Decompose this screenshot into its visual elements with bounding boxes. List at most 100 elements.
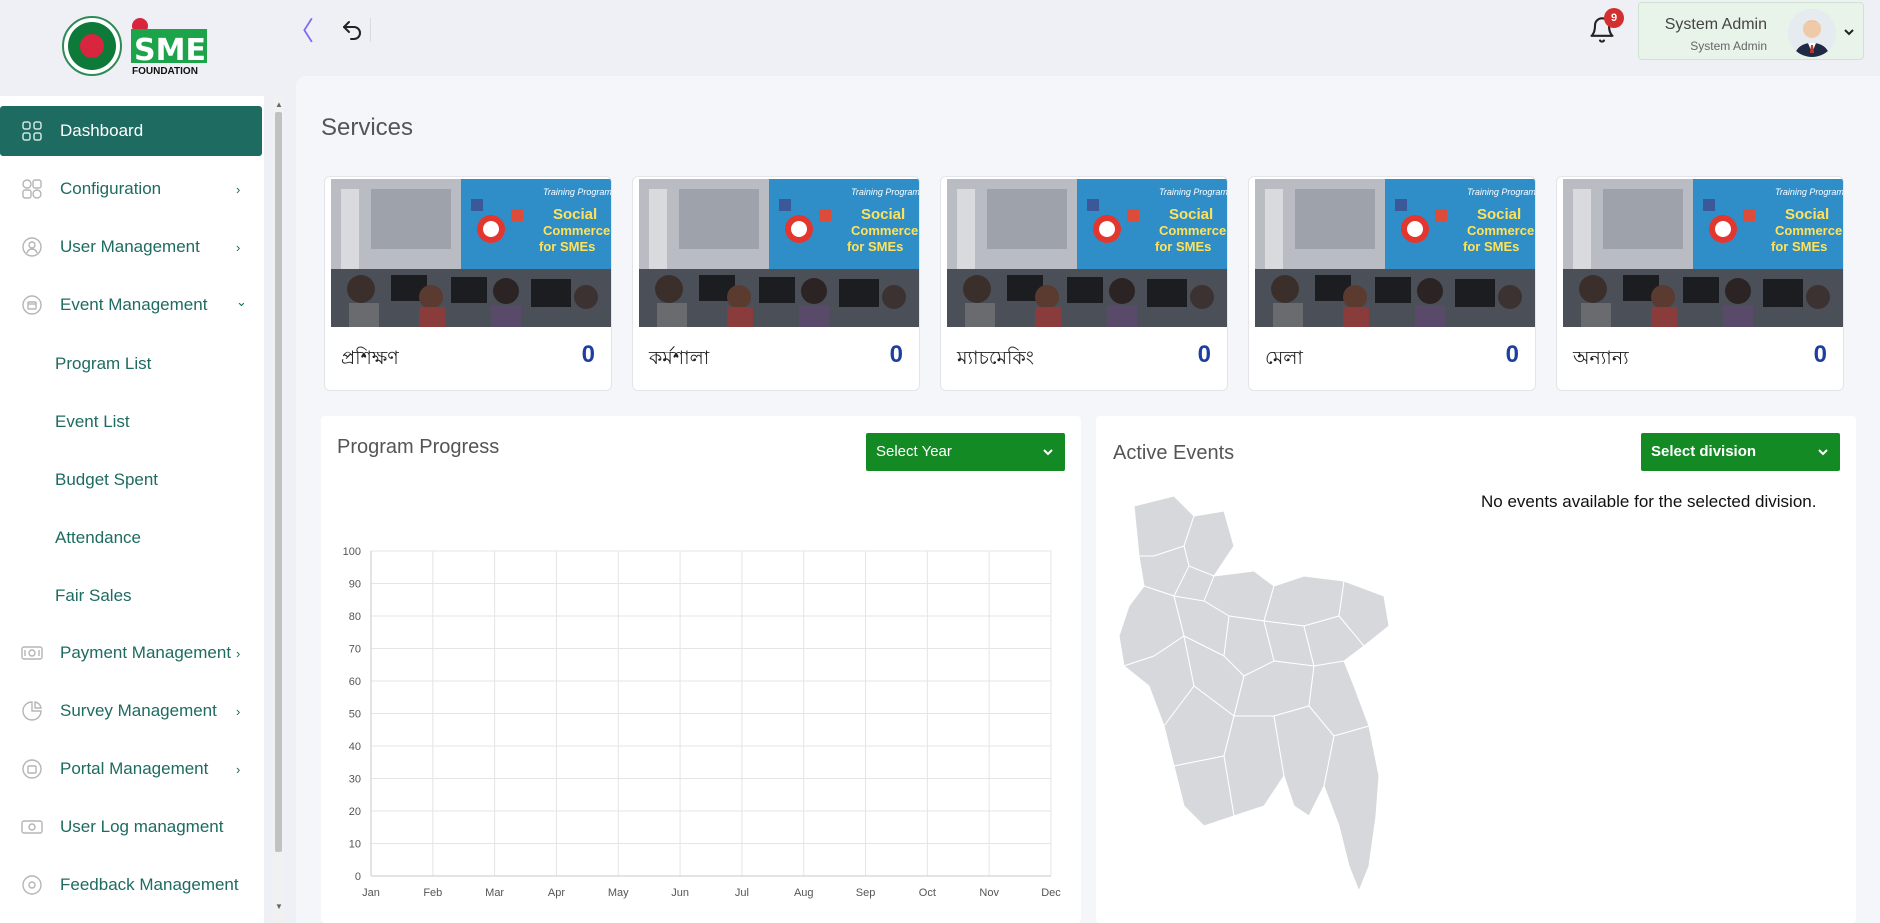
sidebar-item-label: Event Management — [60, 295, 208, 314]
sidebar-subitem-event-list[interactable]: Event List — [55, 412, 130, 432]
service-image: Training Program on Social Commerce for … — [1563, 179, 1844, 327]
svg-text:Social: Social — [1169, 206, 1213, 223]
sidebar-item-label: Payment Management — [60, 643, 232, 662]
config-icon — [22, 179, 42, 199]
feedback-icon — [22, 875, 42, 895]
y-tick-label: 40 — [349, 741, 361, 753]
service-name: কর্মশালা — [649, 347, 710, 369]
payment-icon — [21, 646, 43, 660]
sidebar-item-configuration[interactable]: Configuration › — [0, 164, 262, 214]
service-card[interactable]: Training Program on Social Commerce for … — [1556, 176, 1844, 391]
service-count: 0 — [581, 341, 595, 368]
chevron-down-icon — [1818, 449, 1828, 456]
x-tick-label: Apr — [548, 887, 565, 899]
user-circle-icon — [22, 237, 42, 257]
x-tick-label: May — [608, 887, 629, 899]
y-tick-label: 60 — [349, 676, 361, 688]
sidebar-item-label: Dashboard — [60, 121, 144, 140]
sidebar-item-feedback-management[interactable]: Feedback Management — [0, 860, 262, 910]
chevron-right-icon: › — [236, 762, 241, 777]
service-card[interactable]: Training Program on Social Commerce for … — [940, 176, 1228, 391]
active-events-title: Active Events — [1113, 442, 1235, 464]
svg-text:Commerce: Commerce — [851, 223, 918, 238]
sidebar-item-label: Feedback Management — [60, 875, 239, 894]
log-icon — [21, 820, 43, 834]
back-arrow-icon[interactable] — [340, 18, 364, 42]
svg-text:Commerce: Commerce — [543, 223, 610, 238]
bangladesh-map[interactable] — [1114, 486, 1414, 896]
service-name: মেলা — [1265, 347, 1303, 369]
svg-text:Commerce: Commerce — [1467, 223, 1534, 238]
chevron-right-icon: › — [236, 646, 241, 661]
sidebar-item-payment-management[interactable]: Payment Management › — [0, 628, 262, 678]
service-count: 0 — [889, 341, 903, 368]
service-count: 0 — [1197, 341, 1211, 368]
sidebar-item-label: Configuration — [60, 179, 162, 198]
x-tick-label: Aug — [794, 887, 814, 899]
user-menu[interactable]: System Admin System Admin — [1638, 2, 1864, 60]
chevron-right-icon: › — [236, 240, 241, 255]
sidebar-collapse-button[interactable]: 〈 — [288, 16, 314, 46]
services-title: Services — [321, 114, 414, 141]
y-tick-label: 100 — [343, 546, 361, 558]
sidebar-item-user-log[interactable]: User Log managment — [0, 802, 262, 852]
sidebar-item-portal-management[interactable]: Portal Management › — [0, 744, 262, 794]
service-name: ম্যাচমেকিং — [957, 347, 1034, 369]
sme-foundation-logo[interactable]: SME FOUNDATION — [62, 16, 222, 77]
service-count: 0 — [1505, 341, 1519, 368]
sidebar-item-label: Portal Management — [60, 759, 209, 778]
service-image: Training Program on Social Commerce for … — [639, 179, 919, 327]
svg-text:Training Program on: Training Program on — [1467, 187, 1536, 197]
sidebar-subitem-fair-sales[interactable]: Fair Sales — [55, 586, 132, 606]
chevron-right-icon: › — [236, 182, 241, 197]
y-tick-label: 30 — [349, 774, 361, 786]
y-tick-label: 10 — [349, 839, 361, 851]
svg-text:Training Program on: Training Program on — [1775, 187, 1844, 197]
logo-text: SME — [134, 33, 206, 68]
svg-text:Social: Social — [1477, 206, 1521, 223]
scrollbar-thumb[interactable] — [275, 112, 282, 852]
sidebar-scrollbar[interactable]: ▲ ▼ — [273, 96, 284, 923]
sidebar-item-label: User Management — [60, 237, 200, 256]
svg-text:for SMEs: for SMEs — [1155, 239, 1211, 254]
pie-icon — [22, 701, 42, 721]
program-progress-chart: 0 10 20 30 40 50 60 70 80 90 100 Jan Feb Mar Apr May Jun… — [343, 546, 1062, 899]
sidebar-item-survey-management[interactable]: Survey Management › — [0, 686, 262, 736]
select-division-dropdown[interactable]: Select division — [1641, 433, 1840, 471]
sidebar-item-label: Survey Management — [60, 701, 217, 720]
service-image: Training Program on Social Commerce for … — [1255, 179, 1536, 327]
grid-icon — [22, 121, 42, 141]
portal-icon — [22, 759, 42, 779]
svg-text:Commerce: Commerce — [1775, 223, 1842, 238]
service-card[interactable]: Training Program on Social Commerce for … — [632, 176, 920, 391]
service-card[interactable]: Training Program on Social Commerce for … — [1248, 176, 1536, 391]
chevron-down-icon: ⌄ — [236, 294, 247, 309]
sidebar-item-event-management[interactable]: Event Management ⌄ — [0, 280, 262, 330]
service-name: প্রশিক্ষণ — [341, 347, 399, 369]
scroll-down-icon[interactable]: ▼ — [275, 902, 283, 911]
chevron-right-icon: › — [236, 704, 241, 719]
sidebar-subitem-attendance[interactable]: Attendance — [55, 528, 141, 548]
y-tick-label: 0 — [355, 871, 361, 883]
svg-text:Social: Social — [861, 206, 905, 223]
service-card[interactable]: Training Program on Social Commerce for … — [324, 176, 612, 391]
y-tick-label: 70 — [349, 644, 361, 656]
service-image: Training Program on Social Commerce for … — [331, 179, 611, 327]
svg-text:for SMEs: for SMEs — [847, 239, 903, 254]
y-tick-label: 80 — [349, 611, 361, 623]
sidebar: Dashboard Configuration › User Managemen… — [0, 96, 264, 923]
sidebar-item-dashboard[interactable]: Dashboard — [0, 106, 262, 156]
sidebar-subitem-program-list[interactable]: Program List — [55, 354, 151, 374]
user-role: System Admin — [1690, 39, 1767, 53]
y-tick-label: 20 — [349, 806, 361, 818]
service-image: Training Program on Social Commerce for … — [947, 179, 1227, 327]
svg-text:for SMEs: for SMEs — [539, 239, 595, 254]
logo-subtext: FOUNDATION — [132, 66, 198, 76]
sidebar-subitem-budget-spent[interactable]: Budget Spent — [55, 470, 158, 490]
svg-text:Social: Social — [553, 206, 597, 223]
scroll-up-icon[interactable]: ▲ — [275, 100, 283, 109]
x-tick-label: Jul — [735, 887, 749, 899]
sidebar-item-user-management[interactable]: User Management › — [0, 222, 262, 272]
event-icon — [22, 295, 42, 315]
x-tick-label: Oct — [919, 887, 936, 899]
